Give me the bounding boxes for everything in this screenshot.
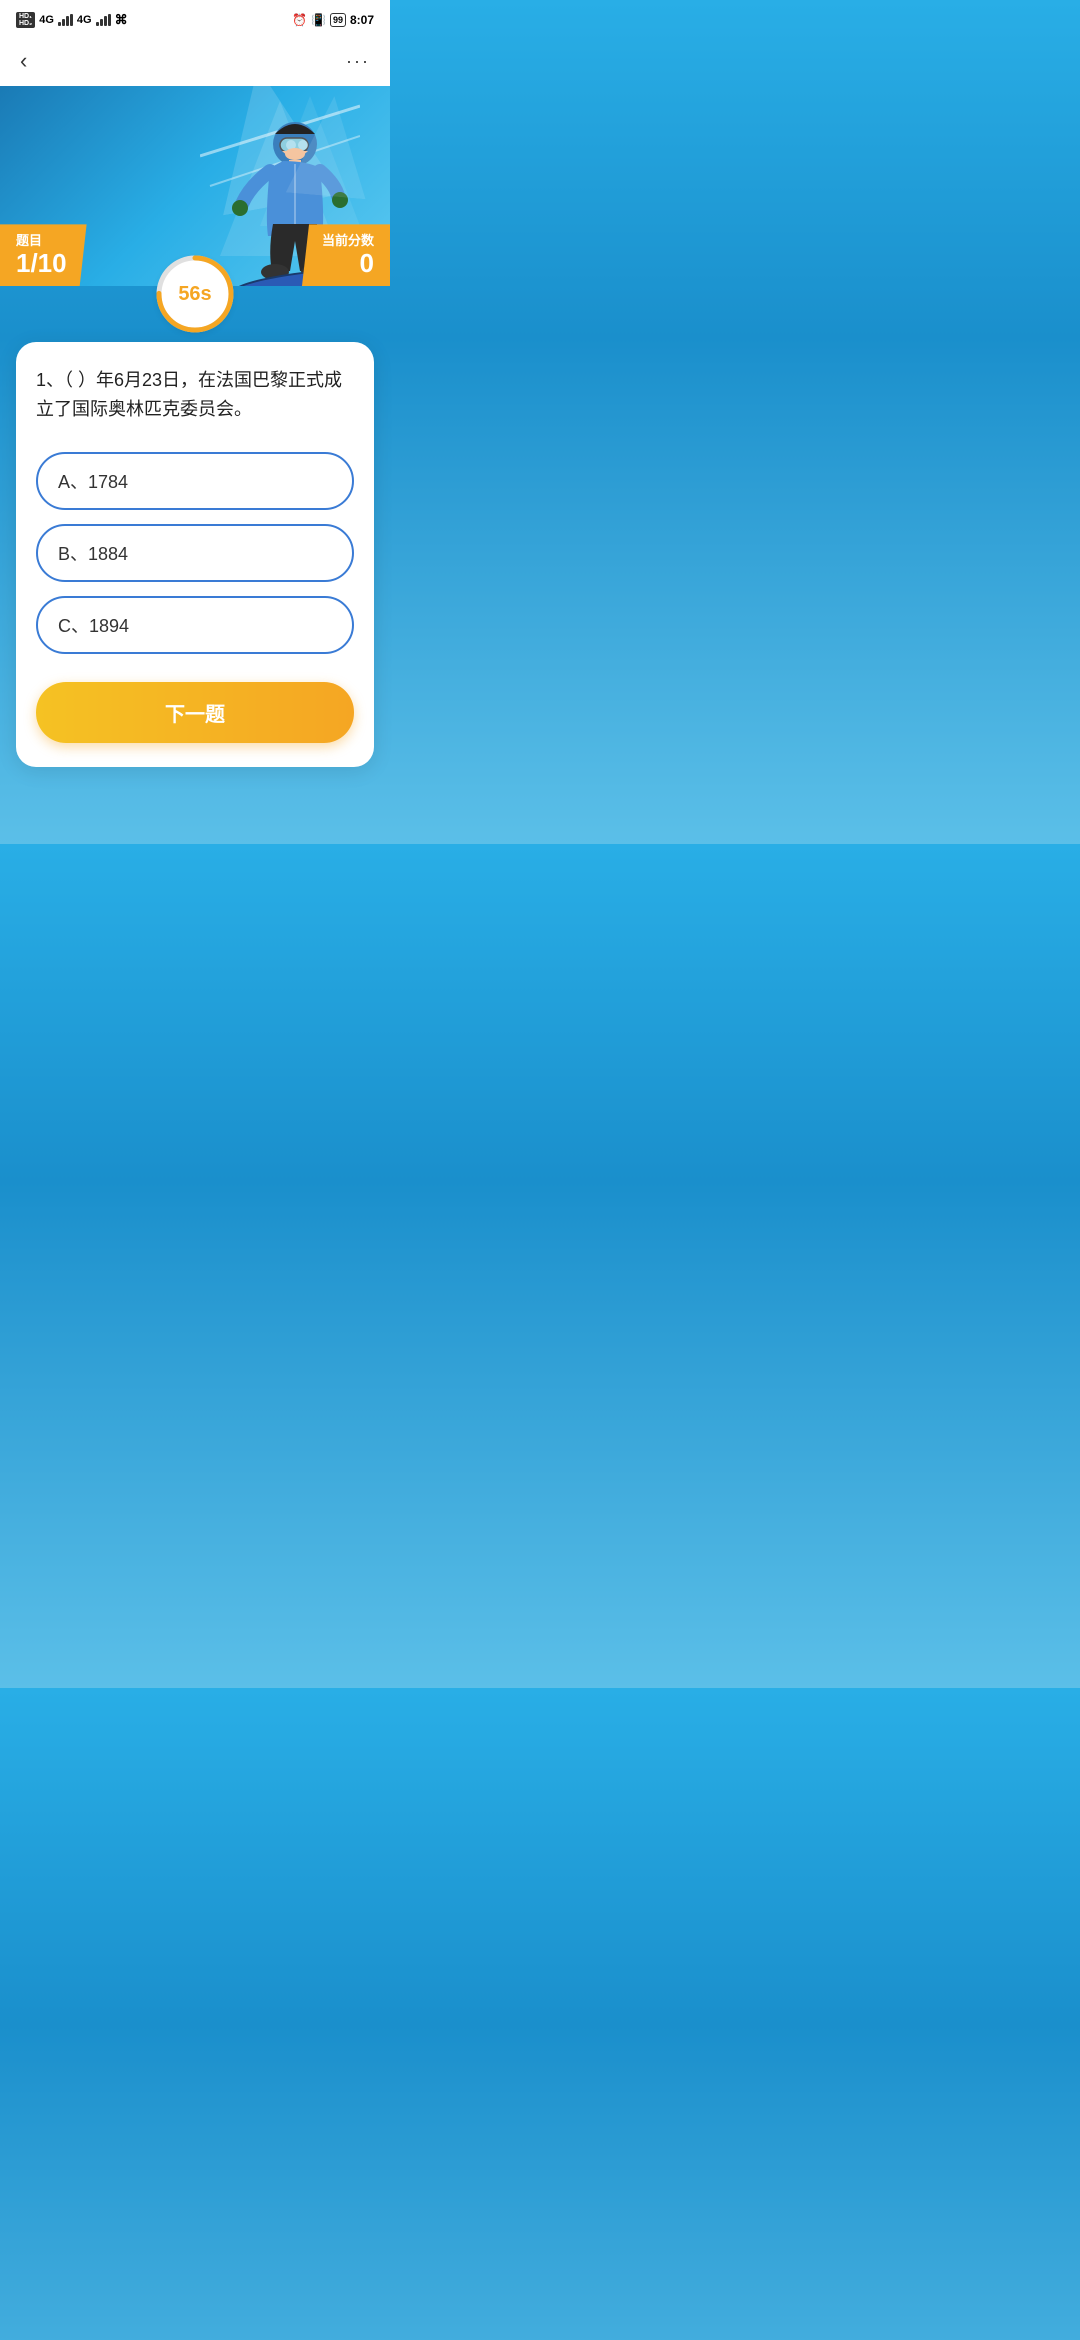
options-list: A、1784 B、1884 C、1894 (36, 452, 354, 654)
time-display: 8:07 (350, 13, 374, 27)
vibrate-icon: 📳 (311, 13, 326, 27)
option-c[interactable]: C、1894 (36, 596, 354, 654)
quiz-card: 1、（ ）年6月23日，在法国巴黎正式成立了国际奥林匹克委员会。 A、1784 … (16, 342, 374, 767)
more-button[interactable]: ··· (346, 51, 370, 72)
question-label: 题目 (16, 230, 67, 249)
battery-indicator: 99 (330, 13, 346, 27)
signal-bars-1 (58, 14, 73, 26)
timer-container: 56s (0, 258, 390, 330)
status-right: ⏰ 📳 99 8:07 (292, 13, 374, 27)
hd-badge: HD₁HD₂ (16, 12, 35, 28)
timer-text: 56s (178, 283, 211, 306)
option-a[interactable]: A、1784 (36, 452, 354, 510)
signal-4g-1: 4G (39, 14, 54, 26)
option-b[interactable]: B、1884 (36, 524, 354, 582)
back-button[interactable]: ‹ (20, 48, 27, 74)
wifi-icon: ⌘ (115, 12, 128, 28)
next-question-button[interactable]: 下一题 (36, 682, 354, 743)
score-label: 当前分数 (322, 230, 374, 249)
status-bar: HD₁HD₂ 4G 4G ⌘ ⏰ 📳 99 8:07 (0, 0, 390, 36)
alarm-icon: ⏰ (292, 13, 307, 27)
signal-bars-2 (96, 14, 111, 26)
timer-circle: 56s (159, 258, 231, 330)
nav-bar: ‹ ··· (0, 36, 390, 86)
signal-4g-2: 4G (77, 14, 92, 26)
status-left: HD₁HD₂ 4G 4G ⌘ (16, 12, 128, 28)
question-text: 1、（ ）年6月23日，在法国巴黎正式成立了国际奥林匹克委员会。 (36, 366, 354, 424)
